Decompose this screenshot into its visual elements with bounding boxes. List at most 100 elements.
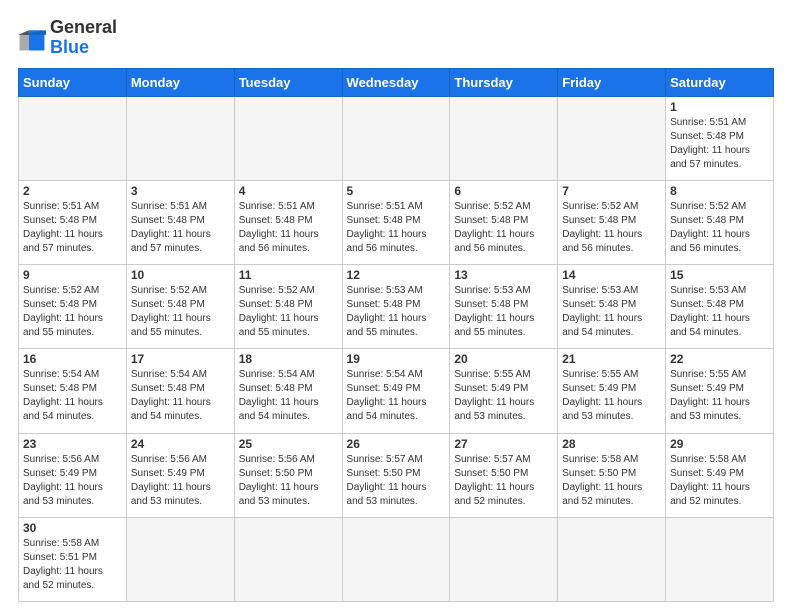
col-thursday: Thursday xyxy=(450,68,558,96)
day-info: Sunrise: 5:54 AMSunset: 5:48 PMDaylight:… xyxy=(131,368,230,424)
calendar-cell xyxy=(342,517,450,601)
day-info: Sunrise: 5:51 AMSunset: 5:48 PMDaylight:… xyxy=(347,200,446,256)
day-number: 6 xyxy=(454,184,553,198)
calendar-cell: 2 Sunrise: 5:51 AMSunset: 5:48 PMDaylight… xyxy=(19,180,127,264)
calendar-cell: 16Sunrise: 5:54 AMSunset: 5:48 PMDayligh… xyxy=(19,349,127,433)
calendar-cell xyxy=(450,517,558,601)
day-info: Sunrise: 5:56 AMSunset: 5:50 PMDaylight:… xyxy=(239,453,338,509)
calendar-cell: 21 Sunrise: 5:55 AMSunset: 5:49 PMDayligh… xyxy=(558,349,666,433)
calendar-cell xyxy=(342,96,450,180)
day-info: Sunrise: 5:52 AMSunset: 5:48 PMDaylight:… xyxy=(562,200,661,256)
col-friday: Friday xyxy=(558,68,666,96)
calendar-cell xyxy=(450,96,558,180)
calendar-cell xyxy=(558,96,666,180)
day-number: 14 xyxy=(562,268,661,282)
calendar-cell xyxy=(234,96,342,180)
day-number: 22 xyxy=(670,352,769,366)
col-sunday: Sunday xyxy=(19,68,127,96)
day-info: Sunrise: 5:53 AMSunset: 5:48 PMDaylight:… xyxy=(562,284,661,340)
day-info: Sunrise: 5:58 AMSunset: 5:49 PMDaylight:… xyxy=(670,453,769,509)
calendar-cell: 24Sunrise: 5:56 AMSunset: 5:49 PMDayligh… xyxy=(126,433,234,517)
day-number: 13 xyxy=(454,268,553,282)
day-info: Sunrise: 5:54 AMSunset: 5:49 PMDaylight:… xyxy=(347,368,446,424)
logo-label: GeneralBlue xyxy=(50,18,117,58)
day-number: 18 xyxy=(239,352,338,366)
day-info: Sunrise: 5:57 AMSunset: 5:50 PMDaylight:… xyxy=(454,453,553,509)
day-number: 2 xyxy=(23,184,122,198)
calendar-cell: 23 Sunrise: 5:56 AMSunset: 5:49 PMDayligh… xyxy=(19,433,127,517)
day-number: 30 xyxy=(23,521,122,535)
day-info: Sunrise: 5:53 AMSunset: 5:48 PMDaylight:… xyxy=(670,284,769,340)
week-row-5: 23 Sunrise: 5:56 AMSunset: 5:49 PMDayligh… xyxy=(19,433,774,517)
calendar-cell: 6 Sunrise: 5:52 AMSunset: 5:48 PMDaylight… xyxy=(450,180,558,264)
calendar-cell: 22Sunrise: 5:55 AMSunset: 5:49 PMDayligh… xyxy=(666,349,774,433)
calendar-cell xyxy=(126,96,234,180)
day-number: 1 xyxy=(670,100,769,114)
calendar-cell: 29 Sunrise: 5:58 AMSunset: 5:49 PMDayligh… xyxy=(666,433,774,517)
day-number: 20 xyxy=(454,352,553,366)
calendar-cell xyxy=(666,517,774,601)
day-number: 3 xyxy=(131,184,230,198)
day-number: 28 xyxy=(562,437,661,451)
day-number: 10 xyxy=(131,268,230,282)
calendar-cell: 3Sunrise: 5:51 AMSunset: 5:48 PMDaylight… xyxy=(126,180,234,264)
day-info: Sunrise: 5:56 AMSunset: 5:49 PMDaylight:… xyxy=(23,453,122,509)
day-info: Sunrise: 5:51 AMSunset: 5:48 PMDaylight:… xyxy=(670,116,769,172)
calendar-cell xyxy=(126,517,234,601)
calendar-cell xyxy=(19,96,127,180)
general-blue-logo-icon xyxy=(18,24,46,52)
calendar-cell: 15 Sunrise: 5:53 AMSunset: 5:48 PMDayligh… xyxy=(666,265,774,349)
day-info: Sunrise: 5:52 AMSunset: 5:48 PMDaylight:… xyxy=(131,284,230,340)
calendar-cell: 9 Sunrise: 5:52 AMSunset: 5:48 PMDaylight… xyxy=(19,265,127,349)
calendar-cell: 14 Sunrise: 5:53 AMSunset: 5:48 PMDayligh… xyxy=(558,265,666,349)
day-number: 27 xyxy=(454,437,553,451)
calendar-cell: 7 Sunrise: 5:52 AMSunset: 5:48 PMDaylight… xyxy=(558,180,666,264)
day-number: 26 xyxy=(347,437,446,451)
day-info: Sunrise: 5:58 AMSunset: 5:51 PMDaylight:… xyxy=(23,537,122,593)
calendar-cell: 12Sunrise: 5:53 AMSunset: 5:48 PMDayligh… xyxy=(342,265,450,349)
calendar-cell: 20 Sunrise: 5:55 AMSunset: 5:49 PMDayligh… xyxy=(450,349,558,433)
day-info: Sunrise: 5:54 AMSunset: 5:48 PMDaylight:… xyxy=(239,368,338,424)
day-info: Sunrise: 5:55 AMSunset: 5:49 PMDaylight:… xyxy=(454,368,553,424)
header: GeneralBlue xyxy=(18,18,774,58)
col-tuesday: Tuesday xyxy=(234,68,342,96)
calendar-cell: 27 Sunrise: 5:57 AMSunset: 5:50 PMDayligh… xyxy=(450,433,558,517)
calendar-table: Sunday Monday Tuesday Wednesday Thursday… xyxy=(18,68,774,602)
col-wednesday: Wednesday xyxy=(342,68,450,96)
calendar-cell xyxy=(234,517,342,601)
calendar-cell: 30 Sunrise: 5:58 AMSunset: 5:51 PMDayligh… xyxy=(19,517,127,601)
day-number: 15 xyxy=(670,268,769,282)
day-info: Sunrise: 5:55 AMSunset: 5:49 PMDaylight:… xyxy=(562,368,661,424)
day-number: 19 xyxy=(347,352,446,366)
day-info: Sunrise: 5:56 AMSunset: 5:49 PMDaylight:… xyxy=(131,453,230,509)
calendar-page: GeneralBlue Sunday Monday Tuesday Wednes… xyxy=(0,0,792,612)
logo: GeneralBlue xyxy=(18,18,117,58)
day-info: Sunrise: 5:52 AMSunset: 5:48 PMDaylight:… xyxy=(239,284,338,340)
week-row-4: 16 Sunrise: 5:54 AMSunset: 5:48 PMDayligh… xyxy=(19,349,774,433)
day-number: 23 xyxy=(23,437,122,451)
day-number: 29 xyxy=(670,437,769,451)
calendar-cell: 8Sunrise: 5:52 AMSunset: 5:48 PMDaylight… xyxy=(666,180,774,264)
day-info: Sunrise: 5:52 AMSunset: 5:48 PMDaylight:… xyxy=(454,200,553,256)
day-info: Sunrise: 5:51 AMSunset: 5:48 PMDaylight:… xyxy=(23,200,122,256)
day-number: 7 xyxy=(562,184,661,198)
logo-text-block: GeneralBlue xyxy=(50,18,117,58)
day-info: Sunrise: 5:52 AMSunset: 5:48 PMDaylight:… xyxy=(670,200,769,256)
calendar-cell: 10 Sunrise: 5:52 AMSunset: 5:48 PMDayligh… xyxy=(126,265,234,349)
calendar-cell: 19 Sunrise: 5:54 AMSunset: 5:49 PMDayligh… xyxy=(342,349,450,433)
day-info: Sunrise: 5:52 AMSunset: 5:48 PMDaylight:… xyxy=(23,284,122,340)
calendar-cell: 17Sunrise: 5:54 AMSunset: 5:48 PMDayligh… xyxy=(126,349,234,433)
day-info: Sunrise: 5:51 AMSunset: 5:48 PMDaylight:… xyxy=(239,200,338,256)
calendar-cell: 13Sunrise: 5:53 AMSunset: 5:48 PMDayligh… xyxy=(450,265,558,349)
calendar-cell xyxy=(558,517,666,601)
calendar-cell: 4Sunrise: 5:51 AMSunset: 5:48 PMDaylight… xyxy=(234,180,342,264)
week-row-6: 30 Sunrise: 5:58 AMSunset: 5:51 PMDayligh… xyxy=(19,517,774,601)
day-number: 16 xyxy=(23,352,122,366)
day-number: 9 xyxy=(23,268,122,282)
calendar-cell: 18 Sunrise: 5:54 AMSunset: 5:48 PMDayligh… xyxy=(234,349,342,433)
calendar-cell: 1 Sunrise: 5:51 AMSunset: 5:48 PMDaylight… xyxy=(666,96,774,180)
day-number: 25 xyxy=(239,437,338,451)
weekday-header-row: Sunday Monday Tuesday Wednesday Thursday… xyxy=(19,68,774,96)
day-number: 21 xyxy=(562,352,661,366)
day-info: Sunrise: 5:57 AMSunset: 5:50 PMDaylight:… xyxy=(347,453,446,509)
